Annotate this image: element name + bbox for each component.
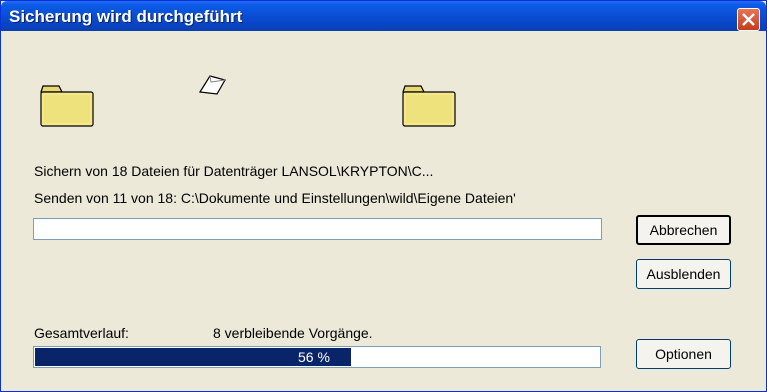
window-title: Sicherung wird durchgeführt [9, 7, 243, 26]
total-progress-label: Gesamtverlauf: [34, 325, 129, 341]
backup-status-text: Sichern von 18 Dateien für Datenträger L… [34, 163, 434, 179]
options-button[interactable]: Optionen [636, 339, 731, 369]
cancel-button[interactable]: Abbrechen [636, 215, 731, 245]
file-progress-bar [33, 218, 602, 240]
flying-document-icon [198, 75, 226, 95]
dialog-body: Sichern von 18 Dateien für Datenträger L… [1, 32, 766, 391]
remaining-operations-text: 8 verbleibende Vorgänge. [213, 325, 373, 341]
close-button[interactable] [737, 8, 760, 31]
backup-dialog: Sicherung wird durchgeführt Sichern von … [0, 0, 767, 392]
total-progress-bar: 56 % [33, 346, 601, 368]
source-folder-icon [40, 85, 94, 127]
title-bar[interactable]: Sicherung wird durchgeführt [1, 1, 766, 31]
close-icon [742, 13, 755, 26]
current-file-text: Senden von 11 von 18: C:\Dokumente und E… [34, 190, 516, 206]
hide-button[interactable]: Ausblenden [636, 259, 731, 289]
target-folder-icon [402, 85, 456, 127]
total-progress-percent: 56 % [298, 349, 330, 365]
